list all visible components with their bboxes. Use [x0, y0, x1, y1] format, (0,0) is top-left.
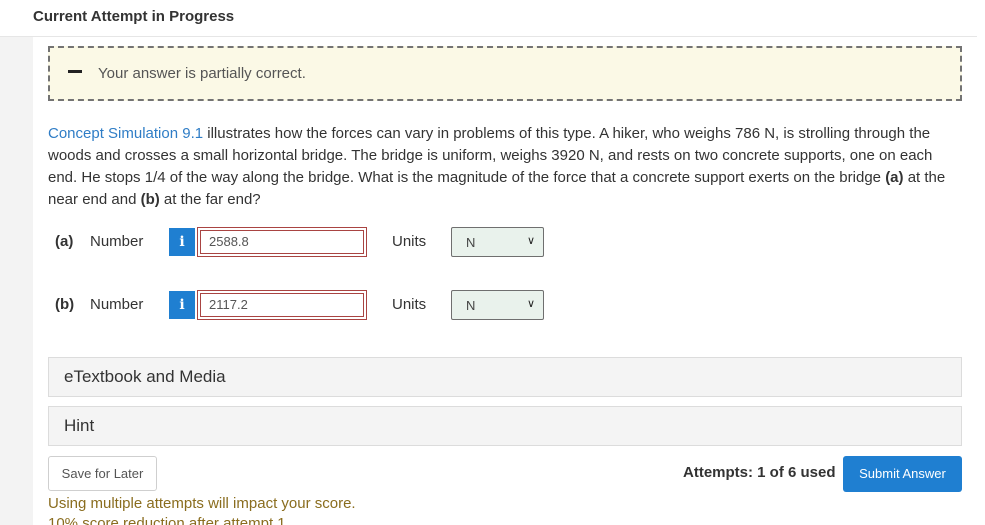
units-select-value: N: [466, 298, 476, 313]
hint-panel[interactable]: Hint: [48, 406, 962, 446]
units-select-b[interactable]: N ∨: [451, 290, 544, 320]
etextbook-media-panel[interactable]: eTextbook and Media: [48, 357, 962, 397]
part-b-marker: (b): [140, 191, 160, 208]
answer-label: (b): [55, 296, 75, 313]
concept-simulation-link[interactable]: Concept Simulation 9.1: [48, 125, 203, 142]
units-label: Units: [392, 296, 427, 313]
attempts-counter: Attempts: 1 of 6 used: [683, 464, 836, 481]
attempts-warning: Using multiple attempts will impact your…: [48, 495, 356, 512]
number-label: Number: [90, 233, 144, 250]
number-input-value[interactable]: 2588.8: [200, 230, 364, 254]
score-reduction-note: 10% score reduction after attempt 1: [48, 515, 286, 525]
number-label: Number: [90, 296, 144, 313]
page-header: Current Attempt in Progress: [0, 0, 977, 37]
chevron-down-icon: ∨: [526, 235, 535, 247]
info-icon[interactable]: i: [169, 228, 195, 256]
feedback-box: Your answer is partially correct.: [48, 46, 962, 101]
question-text: Concept Simulation 9.1 illustrates how t…: [48, 123, 958, 211]
minus-icon: [68, 70, 82, 73]
info-icon[interactable]: i: [169, 291, 195, 319]
answer-label: (a): [55, 233, 74, 250]
etextbook-media-label: eTextbook and Media: [64, 367, 226, 386]
page-title: Current Attempt in Progress: [33, 8, 235, 25]
left-gutter: [0, 37, 33, 525]
units-select-a[interactable]: N ∨: [451, 227, 544, 257]
submit-answer-button[interactable]: Submit Answer: [843, 456, 962, 492]
units-select-value: N: [466, 235, 476, 250]
part-a-marker: (a): [885, 169, 904, 186]
answer-row-b: (b) Number i 2117.2 Units N ∨: [55, 290, 555, 322]
number-input-b[interactable]: 2117.2: [197, 290, 367, 320]
question-text-part-3: at the far end?: [159, 191, 261, 208]
feedback-text: Your answer is partially correct.: [98, 65, 306, 82]
hint-label: Hint: [64, 416, 95, 435]
answer-row-a: (a) Number i 2588.8 Units N ∨: [55, 227, 555, 259]
number-input-a[interactable]: 2588.8: [197, 227, 367, 257]
save-for-later-button[interactable]: Save for Later: [48, 456, 157, 491]
assignment-page: Current Attempt in Progress Your answer …: [0, 0, 985, 525]
number-input-value[interactable]: 2117.2: [200, 293, 364, 317]
chevron-down-icon: ∨: [526, 298, 535, 310]
units-label: Units: [392, 233, 427, 250]
